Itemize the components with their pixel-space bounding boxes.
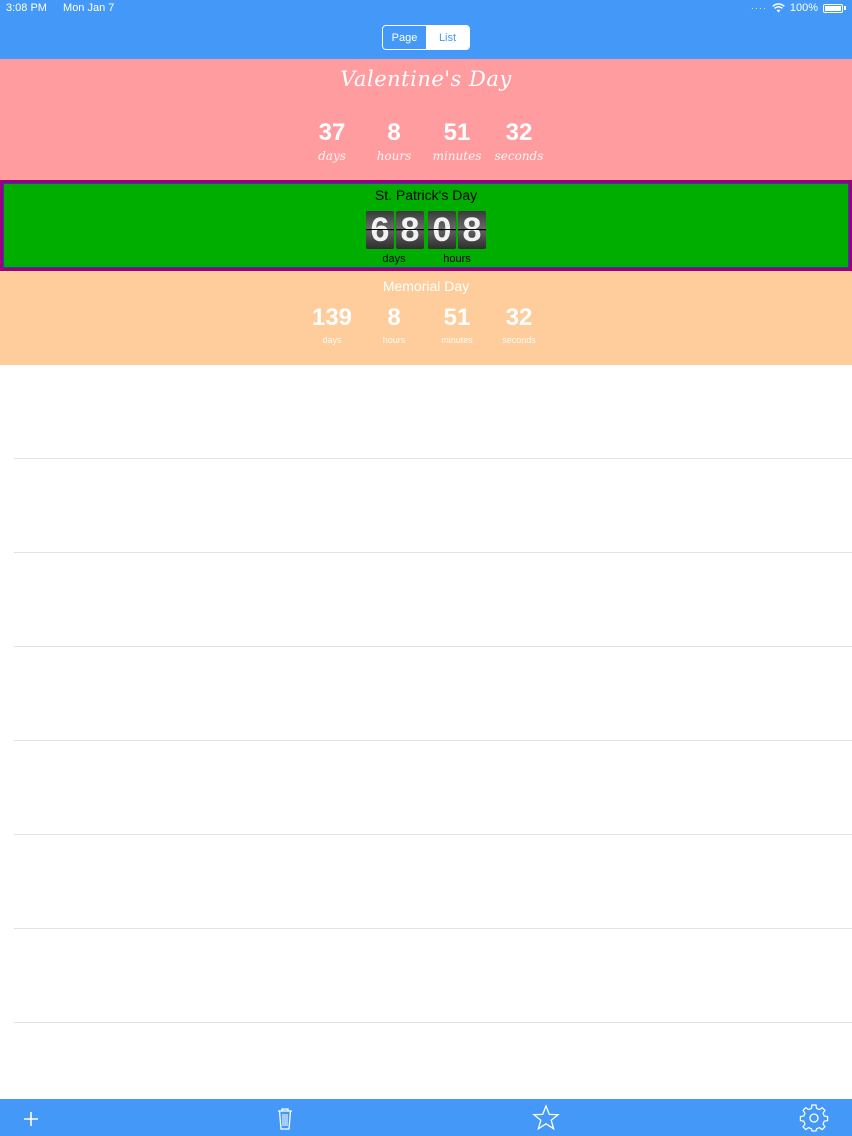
flip-digit: 8 [396, 211, 424, 249]
countdown-label: days [382, 253, 406, 265]
countdown-label: minutes [432, 149, 482, 163]
battery-tip [844, 6, 846, 10]
countdown-value: 32 [505, 304, 533, 331]
countdown-value: 51 [443, 304, 471, 331]
countdown-label: seconds [494, 149, 544, 163]
app-root: 3:08 PM Mon Jan 7 ···· 100% Page List Va… [0, 0, 852, 1136]
countdown-value: 37 [318, 119, 346, 146]
event-title: Memorial Day [382, 278, 470, 294]
row-separator [14, 928, 852, 929]
countdown-value: 51 [443, 119, 471, 146]
countdown-value: 8 [387, 304, 401, 331]
countdown-label: hours [382, 335, 406, 345]
countdown-value: 8 [387, 119, 401, 146]
countdown-seconds: 32 seconds [489, 119, 549, 163]
gear-icon[interactable] [799, 1103, 829, 1133]
event-row-memorial-day[interactable]: Memorial Day 139 days 8 hours 51 minutes… [0, 271, 852, 365]
countdown-value: 139 [311, 304, 353, 331]
row-separator [14, 646, 852, 647]
flip-digit: 8 [458, 211, 486, 249]
star-icon[interactable] [531, 1103, 561, 1133]
status-bar-right: ···· 100% [751, 2, 846, 14]
segment-list[interactable]: List [426, 26, 469, 49]
row-separator [14, 552, 852, 553]
countdown-label: hours [443, 253, 471, 265]
row-separator [14, 740, 852, 741]
countdown-days: 37 days [302, 119, 362, 163]
trash-icon[interactable] [270, 1103, 300, 1133]
battery-percent: 100% [789, 2, 818, 14]
flip-clock-hours: 0 8 [428, 211, 486, 249]
view-mode-segmented-control: Page List [382, 25, 470, 50]
row-separator [14, 1022, 852, 1023]
countdown-days: 139 days [302, 304, 362, 345]
event-title: Valentine's Day [340, 67, 512, 91]
flip-digit: 0 [428, 211, 456, 249]
status-date: Mon Jan 7 [63, 2, 115, 14]
row-separator [14, 458, 852, 459]
countdown-seconds: 32 seconds [489, 304, 549, 345]
navigation-bar: 3:08 PM Mon Jan 7 ···· 100% Page List [0, 0, 852, 59]
countdown-minutes: 51 minutes [427, 304, 487, 345]
event-row-valentines-day[interactable]: Valentine's Day 37 days 8 hours 51 minut… [0, 59, 852, 180]
row-separator [14, 834, 852, 835]
wifi-icon [772, 3, 785, 13]
countdown-label: days [322, 335, 342, 345]
bottom-toolbar [0, 1099, 852, 1136]
countdown-hours: 8 hours [364, 119, 424, 163]
flip-clock-days: 6 8 [366, 211, 424, 249]
countdown-label: hours [376, 149, 412, 163]
countdown-value: 32 [505, 119, 533, 146]
battery-icon [823, 3, 843, 13]
countdown-label: minutes [441, 335, 473, 345]
countdown-minutes: 51 minutes [427, 119, 487, 163]
status-time: 3:08 PM [6, 2, 47, 14]
event-title: St. Patrick's Day [374, 187, 478, 203]
plus-icon[interactable] [16, 1103, 46, 1133]
countdown-label: days [318, 149, 346, 163]
countdown-hours: 8 hours [364, 304, 424, 345]
event-row-st-patricks-day[interactable]: St. Patrick's Day 6 8 0 8 days hours [0, 180, 852, 271]
signal-icon: ···· [750, 3, 767, 13]
segment-page[interactable]: Page [383, 26, 426, 49]
status-bar-left: 3:08 PM Mon Jan 7 [6, 2, 127, 14]
flip-digit: 6 [366, 211, 394, 249]
countdown-label: seconds [502, 335, 536, 345]
